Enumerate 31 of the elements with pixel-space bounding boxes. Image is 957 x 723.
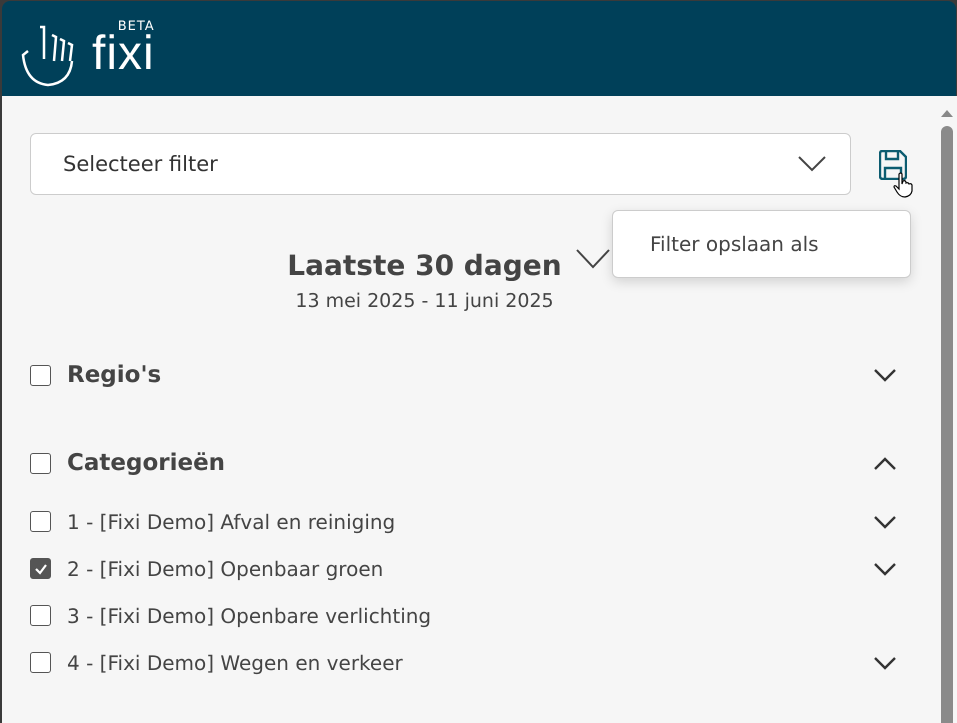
chevron-down-icon[interactable] [576, 248, 610, 268]
checkbox[interactable] [30, 558, 51, 579]
checkbox[interactable] [30, 511, 51, 532]
check-icon [34, 562, 48, 576]
scroll-up-icon[interactable] [940, 108, 954, 118]
checkbox[interactable] [30, 452, 51, 474]
category-label: 4 - [Fixi Demo] Wegen en verkeer [67, 650, 404, 674]
menu-item[interactable]: Filter opslaan als [613, 232, 819, 256]
chevron-down-icon[interactable] [873, 562, 897, 576]
section-label: Categorieën [67, 450, 226, 476]
pointer-cursor-icon [893, 172, 913, 198]
chevron-down-icon[interactable] [873, 656, 897, 670]
section-label: Regio's [67, 362, 162, 388]
checkbox[interactable] [30, 605, 51, 626]
checkbox[interactable] [30, 652, 51, 673]
hand-logo-icon [20, 24, 76, 86]
date-range: 13 mei 2025 - 11 juni 2025 [295, 290, 554, 312]
chevron-icon[interactable] [873, 368, 897, 382]
beta-label: BETA [118, 20, 155, 34]
category-label: 3 - [Fixi Demo] Openbare verlichting [67, 604, 432, 628]
filter-select[interactable]: Selecteer filter [30, 133, 851, 195]
logo-text: fixi [92, 34, 155, 74]
category-label: 2 - [Fixi Demo] Openbaar groen [67, 556, 384, 580]
chevron-down-icon [798, 156, 826, 172]
scrollbar-thumb[interactable] [941, 126, 953, 723]
chevron-icon[interactable] [873, 456, 897, 470]
checkbox[interactable] [30, 364, 51, 386]
category-label: 1 - [Fixi Demo] Afval en reiniging [67, 510, 396, 534]
period-title[interactable]: Laatste 30 dagen [287, 249, 562, 282]
save-icon[interactable] [879, 150, 907, 180]
chevron-down-icon[interactable] [873, 514, 897, 528]
